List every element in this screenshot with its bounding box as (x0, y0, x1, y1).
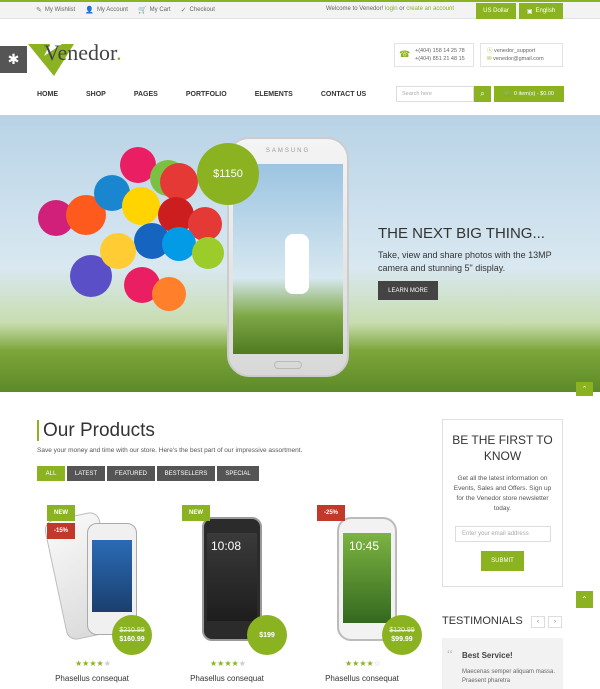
tab-latest[interactable]: LATEST (67, 466, 105, 481)
check-icon: ✓ (180, 7, 187, 14)
newsletter-title: BE THE FIRST TO KNOW (452, 433, 553, 463)
cart-icon: 🛒 (137, 7, 147, 14)
balloon (160, 163, 198, 201)
search-icon: ⌕ (480, 89, 485, 98)
tab-all[interactable]: ALL (37, 466, 65, 481)
jumping-child (285, 234, 309, 294)
price-badge: $120.99 $99.99 (382, 615, 422, 655)
email-field[interactable]: Enter your email address (455, 526, 551, 542)
screen-clock: 10:45 (349, 539, 380, 553)
product-card[interactable]: 10:45 -25% $120.99 $99.99 ★★★★☆ Phasellu… (307, 505, 422, 689)
testimonial-card: “ Best Service! Maecenas semper aliquam … (442, 638, 563, 689)
balloon (162, 227, 196, 261)
cart-icon: 🛒 (504, 91, 511, 97)
price-badge: $199 (247, 615, 287, 655)
flag-icon: ▣ (526, 8, 533, 15)
testimonial-title: Best Service! (462, 651, 513, 660)
product-tabs: ALL LATEST FEATURED BESTSELLERS SPECIAL (37, 466, 259, 481)
home-button (274, 361, 302, 369)
balloon (152, 277, 186, 311)
chevron-right-icon: › (554, 619, 556, 625)
language-select[interactable]: ▣ English (519, 3, 563, 19)
mail-icon: ✉ (487, 56, 492, 62)
cart-button[interactable]: 🛒 0 item(s) - $0.00 (494, 86, 564, 102)
top-bar: ✎ My Wishlist 👤 My Account 🛒 My Cart ✓ Check… (0, 0, 600, 19)
submit-button[interactable]: SUBMIT (481, 551, 524, 571)
balloon (192, 237, 224, 269)
checkout-link[interactable]: ✓ Checkout (181, 6, 215, 14)
headset-icon: ☎ (399, 49, 411, 59)
newsletter-text: Get all the latest information on Events… (453, 475, 552, 512)
contact-box: ⓢ venedor_support ✉ venedor@gmail.com (480, 43, 563, 67)
currency-select[interactable]: US Dollar (476, 3, 516, 19)
phone-box: ☎ +(404) 158 14 25 78 +(404) 851 21 48 1… (394, 43, 474, 67)
tab-bestsellers[interactable]: BESTSELLERS (157, 466, 215, 481)
discount-badge: -25% (317, 505, 345, 521)
hero-price-badge: $1150 (197, 143, 259, 205)
product-card[interactable]: NEW -15% $210.99 $160.99 ★★★★★ Phasellus… (37, 505, 152, 689)
section-subtitle: Save your money and time with our store.… (37, 447, 303, 454)
rating-stars: ★★★★★ (210, 659, 246, 668)
wishlist-link[interactable]: ✎ My Wishlist (36, 6, 75, 14)
prev-arrow-button[interactable]: ‹ (531, 616, 545, 628)
nav-portfolio[interactable]: PORTFOLIO (186, 91, 227, 98)
welcome-text: Welcome to Venedor! login or create an a… (326, 6, 455, 12)
screen-clock: 10:08 (211, 539, 242, 553)
nav-shop[interactable]: SHOP (86, 91, 106, 98)
tools-icon: ✱ (7, 51, 20, 67)
next-arrow-button[interactable]: › (548, 616, 562, 628)
nav-pages[interactable]: PAGES (134, 91, 158, 98)
hero-text: Take, view and share photos with the 13M… (378, 250, 552, 273)
top-links: ✎ My Wishlist 👤 My Account 🛒 My Cart ✓ Check… (36, 6, 215, 14)
hero-title: THE NEXT BIG THING... (378, 225, 545, 242)
chevron-up-icon: ⌃ (581, 595, 588, 604)
rating-stars: ★★★★☆ (345, 659, 381, 668)
scroll-up-button[interactable]: ⌃ (576, 591, 593, 608)
scroll-up-button[interactable]: ⌃ (576, 382, 593, 396)
user-icon: 👤 (85, 7, 94, 14)
nav-elements[interactable]: ELEMENTS (255, 91, 293, 98)
discount-badge: -15% (47, 523, 75, 539)
chevron-up-icon: ⌃ (581, 386, 588, 393)
newsletter-box: BE THE FIRST TO KNOW Get all the latest … (442, 419, 563, 587)
chevron-left-icon: ‹ (537, 619, 539, 625)
cart-link[interactable]: 🛒 My Cart (138, 6, 171, 14)
logo[interactable]: Venedor. (44, 40, 122, 66)
create-account-link[interactable]: create an account (406, 6, 454, 12)
hero-slider: SAMSUNG $1150 THE NEXT BIG THING... Take… (0, 115, 600, 392)
skype-icon: ⓢ (487, 48, 493, 54)
balloon (100, 233, 136, 269)
product-name[interactable]: Phasellus consequat (307, 674, 417, 683)
edit-icon: ✎ (36, 7, 42, 14)
section-title: Our Products (37, 420, 155, 441)
search-button[interactable]: ⌕ (474, 86, 491, 102)
search-input[interactable]: Search here (396, 86, 474, 102)
testimonials-title: TESTIMONIALS (442, 615, 523, 627)
tab-featured[interactable]: FEATURED (107, 466, 155, 481)
quote-icon: “ (447, 646, 453, 661)
nav-home[interactable]: HOME (37, 91, 58, 98)
new-badge: NEW (47, 505, 75, 521)
nav-contact[interactable]: CONTACT US (321, 91, 366, 98)
price-badge: $210.99 $160.99 (112, 615, 152, 655)
balloon (122, 187, 160, 225)
new-badge: NEW (182, 505, 210, 521)
testimonial-text: Maecenas semper aliquam massa. Praesent … (462, 669, 556, 684)
learn-more-button[interactable]: LEARN MORE (378, 281, 438, 300)
product-name[interactable]: Phasellus consequat (172, 674, 282, 683)
rating-stars: ★★★★★ (75, 659, 111, 668)
settings-panel-toggle[interactable]: ✱ (0, 46, 27, 73)
account-link[interactable]: 👤 My Account (85, 6, 128, 14)
tab-special[interactable]: SPECIAL (217, 466, 259, 481)
product-name[interactable]: Phasellus consequat (37, 674, 147, 683)
product-card[interactable]: 10:08 NEW $199 ★★★★★ Phasellus consequat (172, 505, 287, 689)
login-link[interactable]: login (385, 6, 398, 12)
main-nav: HOME SHOP PAGES PORTFOLIO ELEMENTS CONTA… (37, 91, 394, 98)
